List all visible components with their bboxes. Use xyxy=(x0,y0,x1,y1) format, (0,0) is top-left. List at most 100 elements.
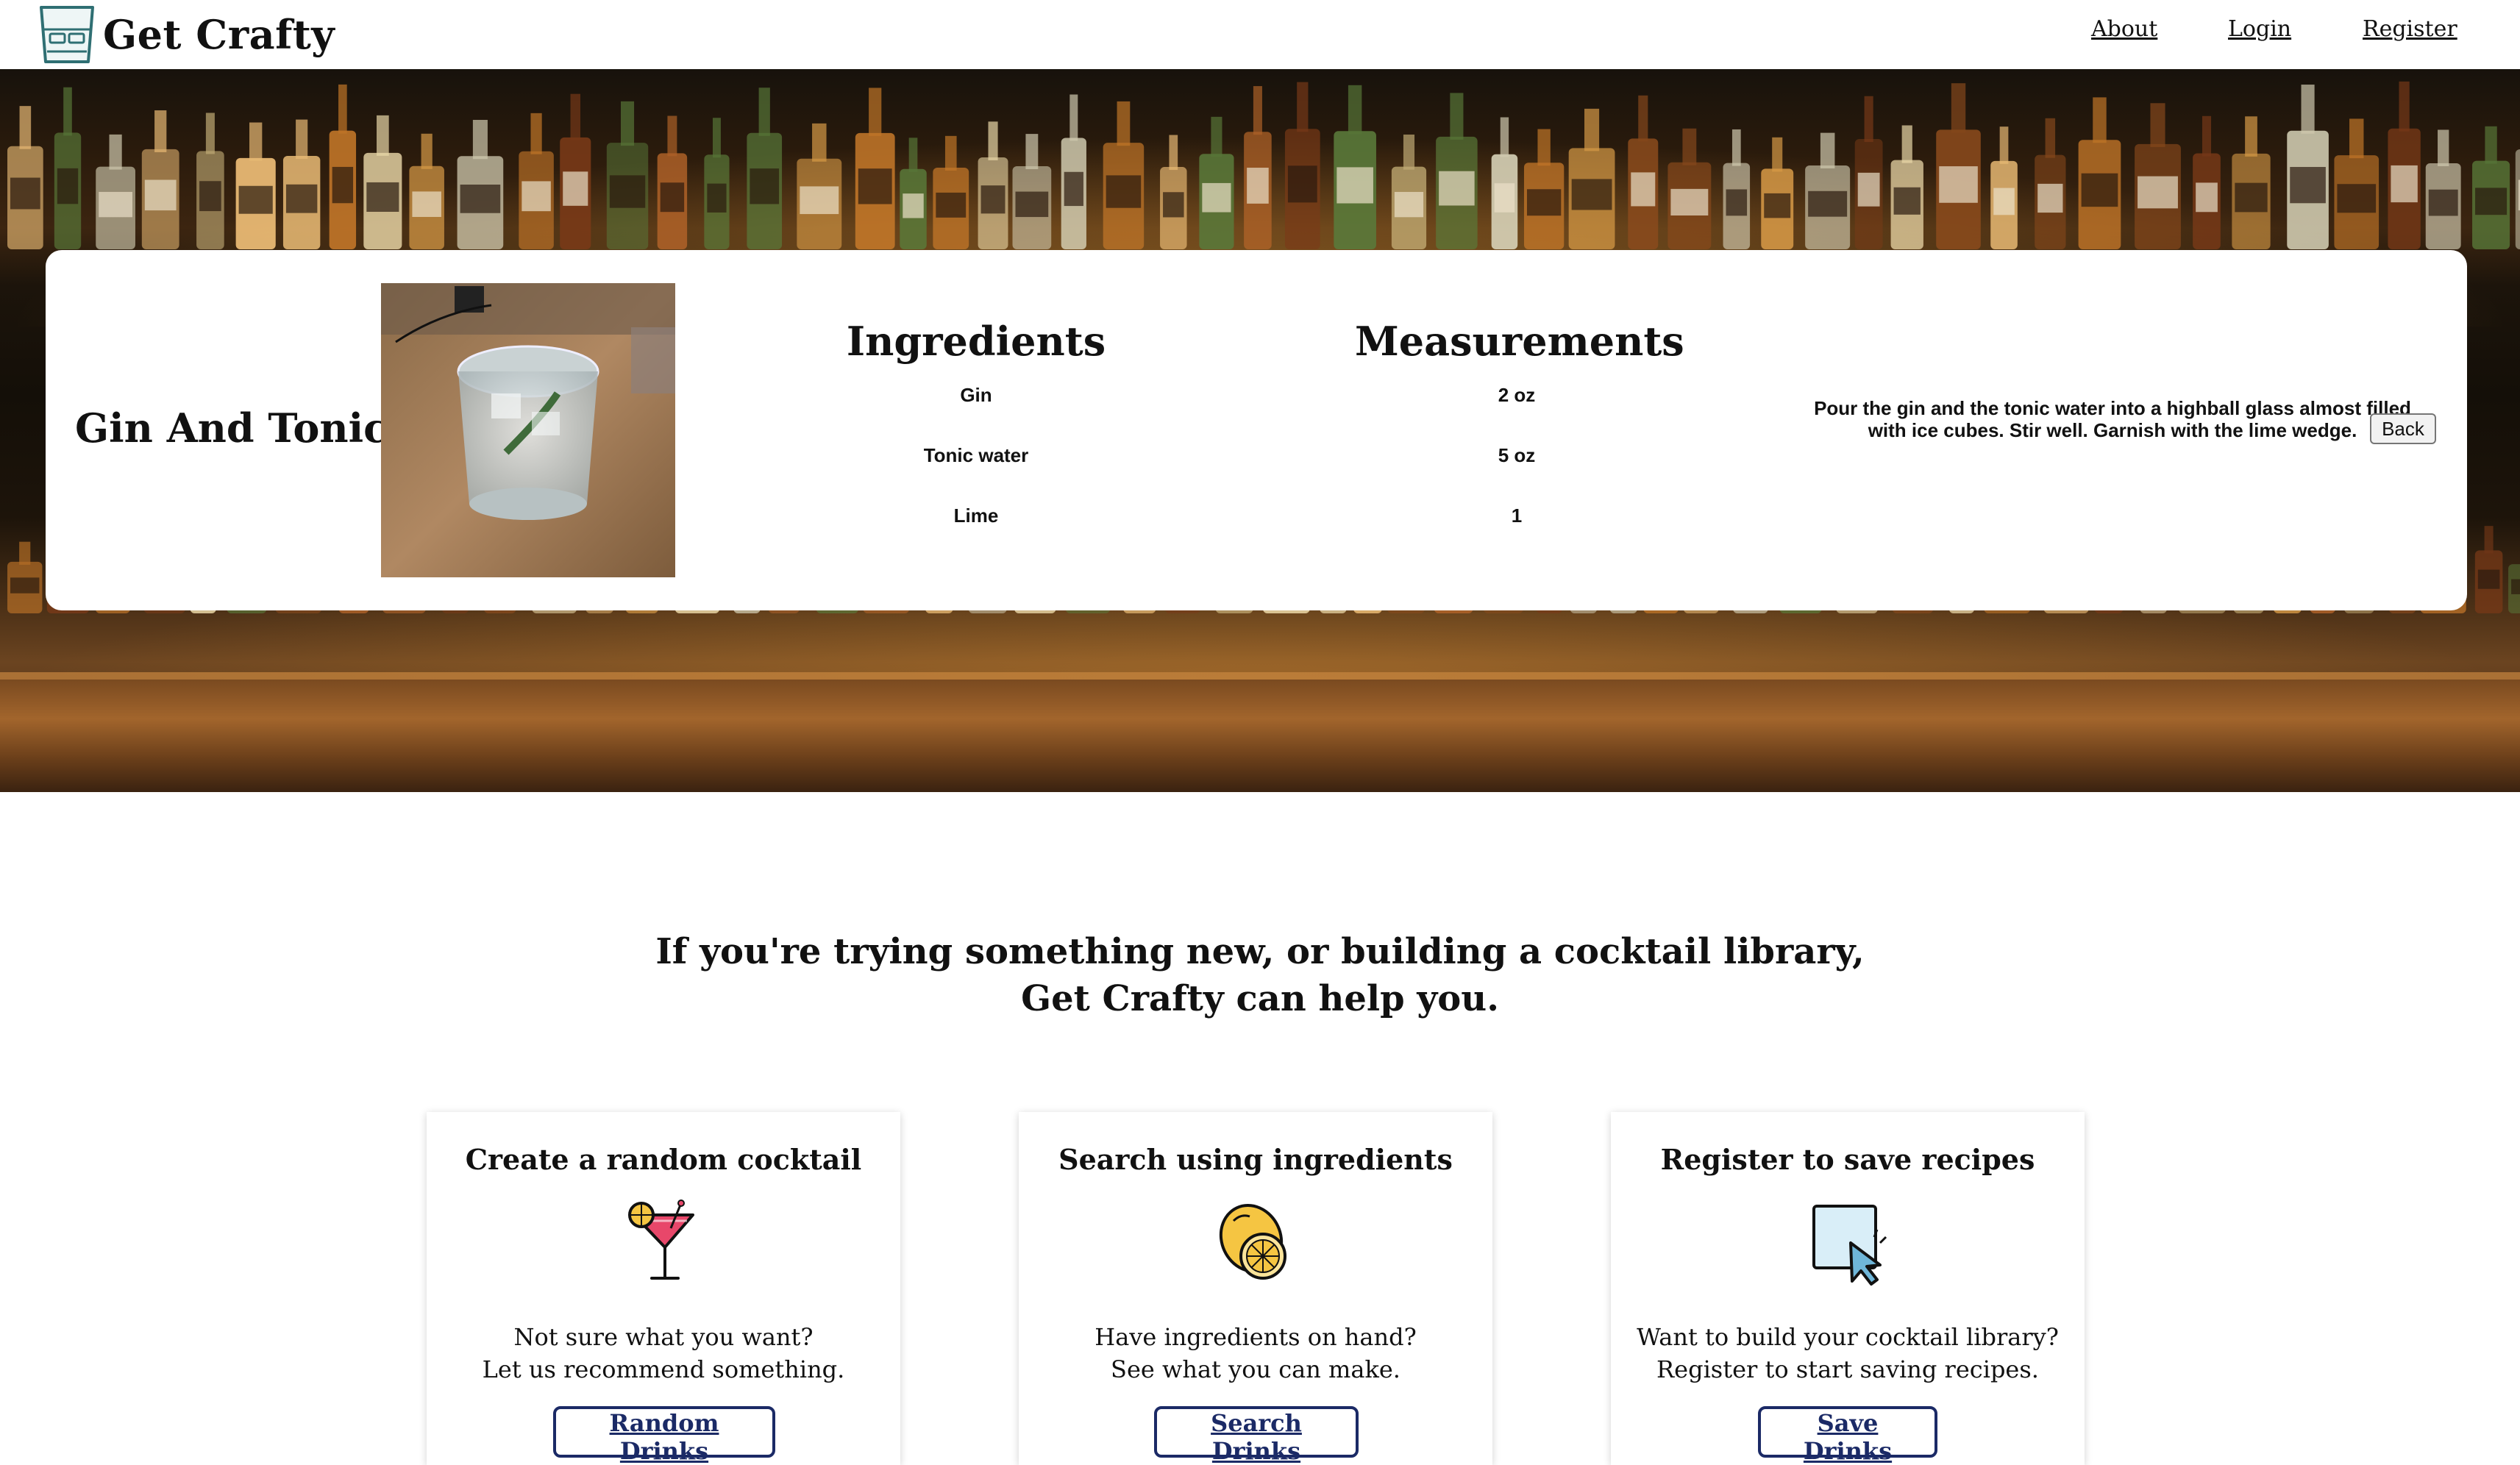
bottle-label-shape xyxy=(522,181,551,212)
bottle-label-shape xyxy=(1202,182,1231,213)
bottle-neck-shape xyxy=(2349,118,2364,159)
bottle-neck-shape xyxy=(712,118,721,158)
bottle-neck-shape xyxy=(109,134,122,170)
feature-title: Create a random cocktail xyxy=(465,1143,862,1176)
bottle-label-shape xyxy=(2428,189,2458,216)
cocktail-glass-icon xyxy=(619,1199,708,1287)
pitch-line-2: Get Crafty can help you. xyxy=(1021,978,1499,1019)
bottle-label-shape xyxy=(1526,189,1562,216)
bottle-label-shape xyxy=(1893,187,1921,215)
cursor-click-icon xyxy=(1804,1199,1892,1287)
bottle-neck-shape xyxy=(1348,85,1362,135)
bottle-label-shape xyxy=(1015,191,1049,218)
bottle-neck-shape xyxy=(758,88,770,136)
measurements-heading: Measurements xyxy=(1355,318,1684,365)
save-drinks-button[interactable]: Save Drinks xyxy=(1758,1406,1937,1465)
bottle-label-shape xyxy=(10,177,40,210)
bottle-neck-shape xyxy=(1772,137,1783,172)
bottle-label-shape xyxy=(936,192,967,218)
bottle-label-shape xyxy=(99,191,132,218)
bottle-neck-shape xyxy=(19,106,32,149)
bottle-neck-shape xyxy=(2150,103,2165,147)
bottle-label-shape xyxy=(2475,188,2507,215)
bottle-label-shape xyxy=(1993,188,2015,215)
bottle-label-shape xyxy=(1064,171,1083,207)
bottle-neck-shape xyxy=(1901,125,1912,163)
bottle-neck-shape xyxy=(2245,116,2257,157)
bottle-label-shape xyxy=(1336,167,1373,204)
measurement-item: 2 oz xyxy=(1498,384,1536,406)
feature-desc-line: Not sure what you want? xyxy=(513,1323,814,1351)
bottle-label-shape xyxy=(1287,165,1317,203)
bottle-neck-shape xyxy=(154,110,167,152)
feature-card-register: Register to save recipes Want to build y… xyxy=(1611,1112,2085,1465)
nav-link-register[interactable]: Register xyxy=(2363,16,2457,42)
bottle-neck-shape xyxy=(63,87,72,136)
bottle-neck-shape xyxy=(1999,126,2009,164)
ingredients-heading: Ingredients xyxy=(846,318,1106,365)
bottle-neck-shape xyxy=(1951,83,1966,133)
bottle-neck-shape xyxy=(869,88,882,136)
lemon-icon xyxy=(1211,1199,1300,1287)
feature-title: Register to save recipes xyxy=(1660,1143,2035,1176)
bottle-label-shape xyxy=(2037,183,2063,213)
bottle-label-shape xyxy=(1670,188,1709,216)
bottle-label-shape xyxy=(2081,173,2118,207)
bottle-label-shape xyxy=(412,191,441,217)
feature-desc-line: Register to start saving recipes. xyxy=(1656,1355,2039,1383)
bottle-neck-shape xyxy=(1820,132,1835,168)
bottle-neck-shape xyxy=(1169,135,1178,171)
bottle-label-shape xyxy=(1808,190,1848,217)
drink-photo xyxy=(381,283,675,577)
bottle-label-shape xyxy=(10,577,40,594)
bottle-neck-shape xyxy=(1253,86,1262,135)
feature-card-search: Search using ingredients Have ingredient… xyxy=(1019,1112,1492,1465)
bottle-neck-shape xyxy=(1500,117,1509,157)
bottle-label-shape xyxy=(1631,172,1656,207)
bottle-label-shape xyxy=(366,182,399,213)
bottle-neck-shape xyxy=(2202,115,2212,157)
bottle-neck-shape xyxy=(2485,126,2497,164)
bottle-neck-shape xyxy=(1537,129,1551,166)
bottle-neck-shape xyxy=(988,121,998,160)
bottle-neck-shape xyxy=(570,93,581,140)
bottle-neck-shape xyxy=(1731,129,1741,166)
bottle-neck-shape xyxy=(421,133,433,169)
glass-logo-icon xyxy=(40,6,94,63)
bottle-label-shape xyxy=(1494,183,1515,213)
bottle-neck-shape xyxy=(2484,526,2494,554)
bottle-neck-shape xyxy=(377,115,389,156)
bottle-label-shape xyxy=(750,168,780,204)
bottle-neck-shape xyxy=(1297,82,1309,132)
bottle-label-shape xyxy=(144,179,177,211)
bottle-neck-shape xyxy=(205,113,215,154)
feature-description: Want to build your cocktail library? Reg… xyxy=(1611,1321,2085,1386)
bottle-label-shape xyxy=(1439,171,1475,206)
bottle-neck-shape xyxy=(1450,93,1464,140)
feature-desc-line: Let us recommend something. xyxy=(482,1355,845,1383)
search-drinks-button[interactable]: Search Drinks xyxy=(1154,1406,1359,1465)
bottle-label-shape xyxy=(1394,191,1424,218)
bottle-label-shape xyxy=(858,168,892,204)
bottle-label-shape xyxy=(1106,175,1142,208)
brand[interactable]: Get Crafty xyxy=(37,3,335,66)
nav-link-login[interactable]: Login xyxy=(2228,16,2291,42)
back-button[interactable]: Back xyxy=(2370,413,2436,444)
bottle-label-shape xyxy=(1726,189,1748,216)
bottle-neck-shape xyxy=(472,120,488,160)
bottle-neck-shape xyxy=(1403,134,1415,170)
measurement-item: 1 xyxy=(1511,505,1523,527)
bottle-neck-shape xyxy=(2093,97,2107,143)
bottle-label-shape xyxy=(285,184,318,213)
feature-card-random: Create a random cocktail Not sure what y… xyxy=(427,1112,900,1465)
random-drinks-button[interactable]: Random Drinks xyxy=(553,1406,775,1465)
feature-desc-line: Have ingredients on hand? xyxy=(1095,1323,1417,1351)
nav-link-about[interactable]: About xyxy=(2091,16,2157,42)
bottle-neck-shape xyxy=(296,119,308,159)
brand-name: Get Crafty xyxy=(103,11,335,58)
bottle-label-shape xyxy=(903,193,924,218)
bottle-neck-shape xyxy=(1117,101,1131,146)
bottle-label-shape xyxy=(2511,579,2520,594)
bottle-label-shape xyxy=(609,175,646,208)
feature-desc-line: Want to build your cocktail library? xyxy=(1637,1323,2059,1351)
